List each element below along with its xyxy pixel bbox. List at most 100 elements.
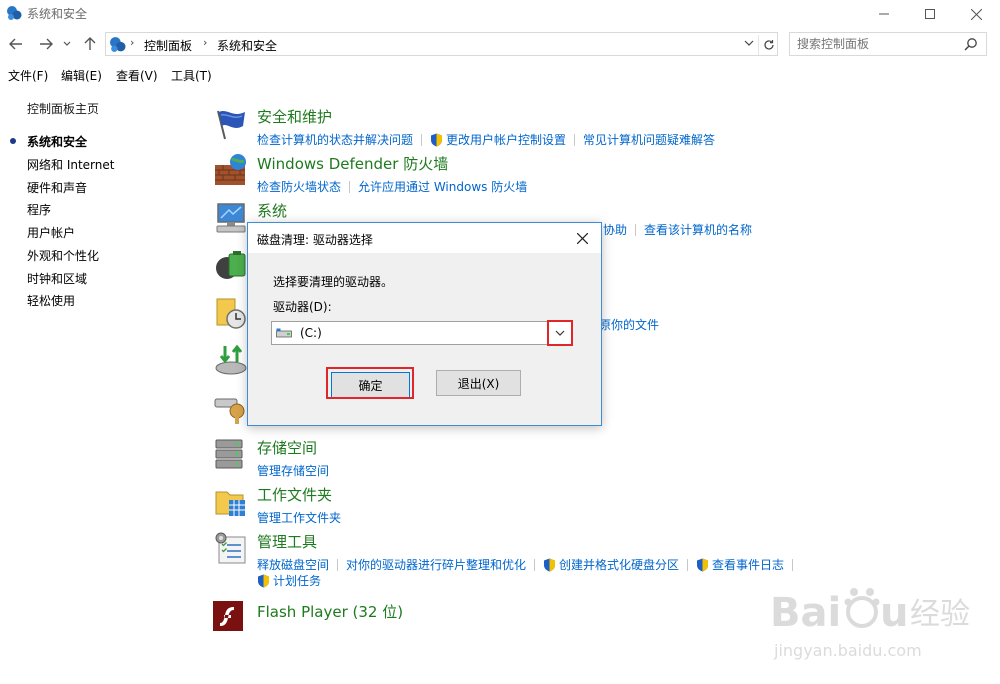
- link-divider: [534, 559, 536, 571]
- drive-label: 驱动器(D):: [273, 300, 332, 314]
- breadcrumb-system-security[interactable]: 系统和安全: [217, 37, 277, 54]
- drive-value: (C:): [300, 326, 322, 340]
- category-links: 检查防火墙状态 允许应用通过 Windows 防火墙: [257, 178, 527, 195]
- sidebar-item-ease-of-access[interactable]: 轻松使用: [27, 292, 75, 309]
- menu-view[interactable]: 查看(V): [116, 67, 158, 84]
- arrow-right-icon: [40, 38, 53, 50]
- close-icon: [970, 8, 982, 20]
- category-title[interactable]: 存储空间: [257, 437, 317, 458]
- link-manage-work-folders[interactable]: 管理工作文件夹: [257, 509, 341, 526]
- exit-button[interactable]: 退出(X): [436, 370, 521, 396]
- category-links: 管理存储空间: [257, 462, 329, 479]
- link-allow-app[interactable]: 允许应用通过 Windows 防火墙: [358, 178, 527, 195]
- arrow-up-icon: [84, 37, 96, 50]
- sidebar-item-programs[interactable]: 程序: [27, 201, 51, 218]
- uac-shield-icon: [431, 133, 443, 147]
- ok-highlight-box: [326, 367, 414, 399]
- admin-tools-icon: [215, 532, 246, 564]
- search-input[interactable]: [790, 33, 960, 55]
- back-button[interactable]: [6, 33, 26, 55]
- up-button[interactable]: [80, 33, 100, 55]
- category-links: 释放磁盘空间 对你的驱动器进行碎片整理和优化 创建并格式化硬盘分区 查看事件日志: [257, 556, 801, 573]
- chevron-down-icon: [744, 40, 754, 46]
- link-firewall-status[interactable]: 检查防火墙状态: [257, 178, 341, 195]
- link-defragment[interactable]: 对你的驱动器进行碎片整理和优化: [346, 556, 526, 573]
- uac-shield-icon: [544, 558, 556, 572]
- breadcrumb-separator-icon: ›: [130, 36, 135, 49]
- category-title[interactable]: 管理工具: [257, 531, 317, 552]
- baidu-jingyan-watermark-logo: Bai u 经验 jingyan.baidu.com: [770, 588, 970, 660]
- sidebar-item-network[interactable]: 网络和 Internet: [27, 156, 114, 173]
- sidebar-item-clock-region[interactable]: 时钟和区域: [27, 270, 87, 287]
- search-box[interactable]: [789, 32, 987, 56]
- link-uac-settings[interactable]: 更改用户帐户控制设置: [446, 131, 566, 148]
- sidebar-item-hardware-sound[interactable]: 硬件和声音: [27, 179, 87, 196]
- link-assist[interactable]: 协助: [603, 221, 627, 238]
- title-bar: 系统和安全: [0, 0, 1000, 28]
- svg-text:u: u: [880, 590, 908, 636]
- refresh-button[interactable]: [758, 35, 778, 55]
- dialog-close-button[interactable]: [568, 227, 596, 249]
- recent-locations-button[interactable]: [60, 33, 74, 55]
- window-title: 系统和安全: [27, 7, 88, 21]
- link-troubleshoot[interactable]: 常见计算机问题疑难解答: [583, 131, 715, 148]
- disk-cleanup-dialog: 磁盘清理: 驱动器选择 选择要清理的驱动器。 驱动器(D): (C:) 确定 退…: [247, 222, 602, 426]
- minimize-button[interactable]: [861, 0, 907, 28]
- close-button[interactable]: [953, 0, 999, 28]
- system-links-visible: 协助 查看该计算机的名称: [603, 221, 752, 238]
- sidebar-item-user-accounts[interactable]: 用户帐户: [27, 224, 75, 241]
- refresh-icon: [763, 40, 774, 50]
- link-check-status[interactable]: 检查计算机的状态并解决问题: [257, 131, 413, 148]
- category-title[interactable]: 工作文件夹: [257, 484, 332, 505]
- maximize-icon: [925, 9, 935, 19]
- power-icon: [216, 251, 246, 279]
- dialog-title-bar: 磁盘清理: 驱动器选择: [248, 223, 601, 253]
- link-divider: [337, 559, 339, 571]
- link-create-partition[interactable]: 创建并格式化硬盘分区: [559, 556, 679, 573]
- svg-text:Bai: Bai: [770, 590, 841, 636]
- backup-icon: [215, 344, 247, 375]
- uac-shield-icon: [258, 574, 269, 588]
- arrow-left-icon: [9, 38, 22, 50]
- link-view-computer-name[interactable]: 查看该计算机的名称: [644, 221, 752, 238]
- link-schedule-tasks[interactable]: 计划任务: [273, 572, 321, 589]
- address-bar[interactable]: › 控制面板 › 系统和安全: [105, 32, 778, 56]
- dialog-title: 磁盘清理: 驱动器选择: [257, 233, 373, 247]
- svg-text:经验: 经验: [910, 597, 970, 632]
- dialog-prompt: 选择要清理的驱动器。: [273, 275, 394, 289]
- link-event-logs[interactable]: 查看事件日志: [712, 556, 784, 573]
- link-restore-files[interactable]: 原你的文件: [599, 316, 659, 333]
- category-links-line2: 计划任务: [257, 572, 321, 589]
- breadcrumb-control-panel[interactable]: 控制面板: [144, 37, 192, 54]
- dropdown-highlight-box: [547, 320, 573, 346]
- svg-text:jingyan.baidu.com: jingyan.baidu.com: [773, 641, 922, 660]
- active-bullet-icon: [10, 138, 16, 144]
- category-title[interactable]: 系统: [257, 200, 287, 221]
- forward-button[interactable]: [36, 33, 56, 55]
- link-divider: [574, 134, 576, 146]
- bitlocker-icon: [214, 398, 245, 424]
- firewall-icon: [215, 154, 246, 185]
- link-divider: [635, 224, 637, 236]
- menu-edit[interactable]: 编辑(E): [61, 67, 102, 84]
- sidebar-item-system-security[interactable]: 系统和安全: [27, 133, 87, 150]
- menu-file[interactable]: 文件(F): [8, 67, 48, 84]
- sidebar-item-appearance[interactable]: 外观和个性化: [27, 247, 99, 264]
- search-icon[interactable]: [964, 37, 978, 51]
- category-title[interactable]: Flash Player (32 位): [257, 601, 403, 622]
- exit-button-label: 退出(X): [457, 376, 500, 391]
- flash-icon: [213, 601, 243, 631]
- nav-control-panel-home[interactable]: 控制面板主页: [27, 100, 99, 117]
- link-divider: [421, 134, 423, 146]
- category-title[interactable]: Windows Defender 防火墙: [257, 153, 448, 174]
- category-title[interactable]: 安全和维护: [257, 106, 332, 127]
- maximize-button[interactable]: [907, 0, 953, 28]
- menu-tools[interactable]: 工具(T): [171, 67, 212, 84]
- storage-icon: [215, 439, 243, 469]
- drive-select[interactable]: (C:): [271, 321, 573, 345]
- address-history-dropdown[interactable]: [744, 36, 754, 49]
- computer-icon: [216, 203, 246, 233]
- link-manage-storage[interactable]: 管理存储空间: [257, 462, 329, 479]
- control-panel-icon: [7, 6, 22, 20]
- link-free-disk-space[interactable]: 释放磁盘空间: [257, 556, 329, 573]
